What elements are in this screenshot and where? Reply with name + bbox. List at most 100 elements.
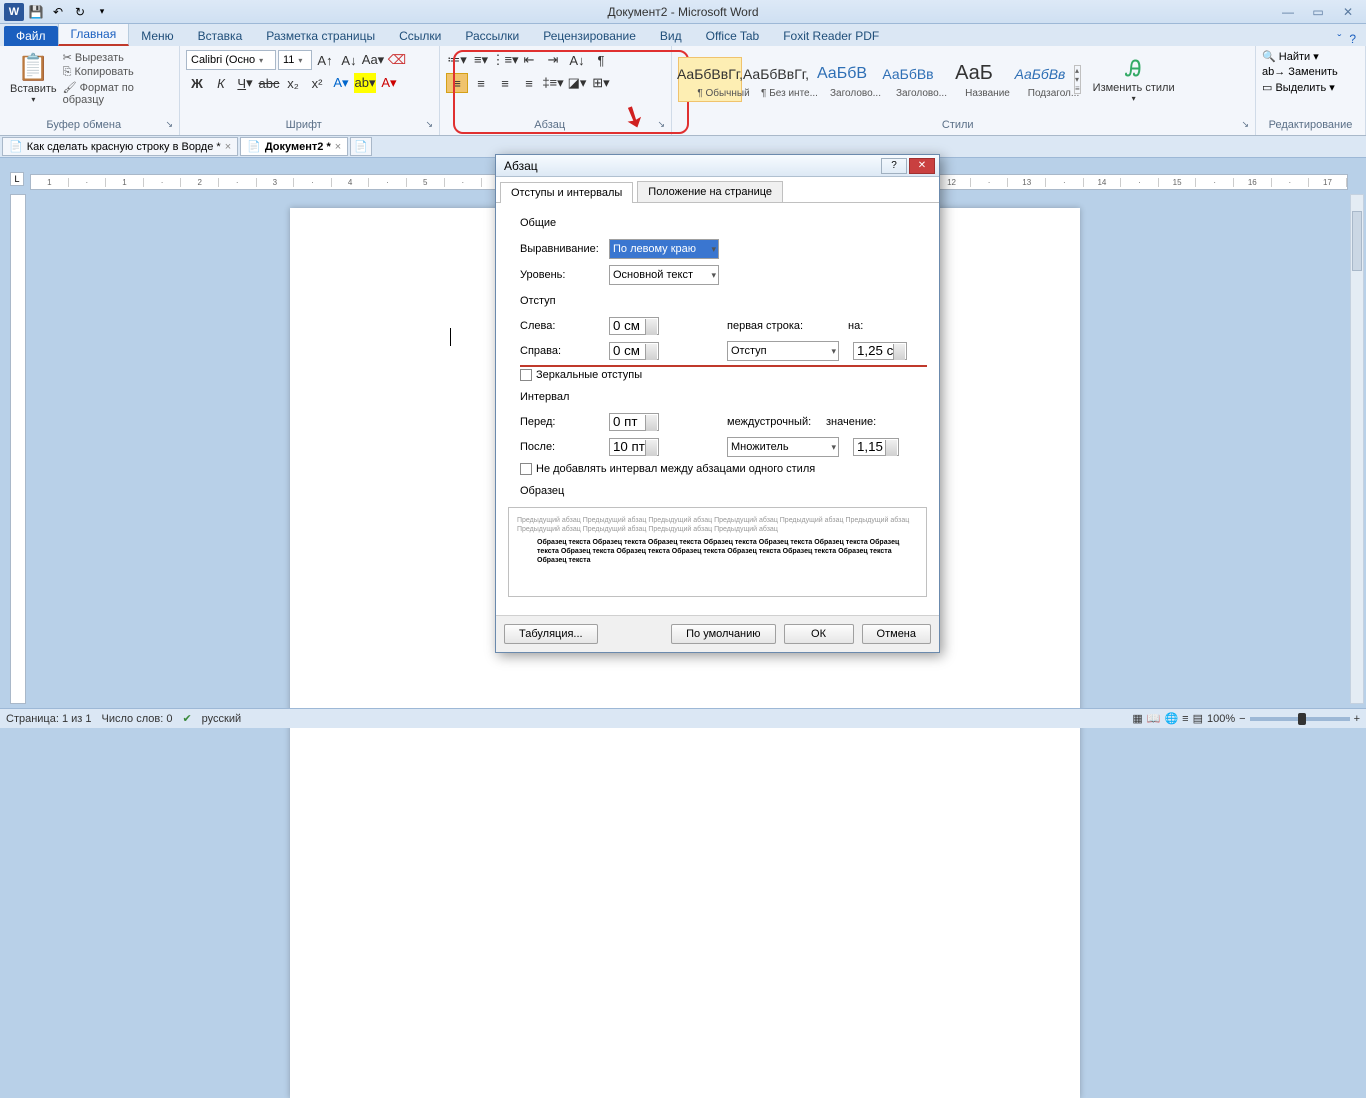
minimize-button[interactable]: — (1276, 5, 1300, 19)
tab-foxit[interactable]: Foxit Reader PDF (771, 26, 891, 46)
select-button[interactable]: ▭ Выделить ▾ (1262, 81, 1359, 94)
tab-layout[interactable]: Разметка страницы (254, 26, 387, 46)
tab-mailings[interactable]: Рассылки (453, 26, 531, 46)
default-button[interactable]: По умолчанию (671, 624, 775, 644)
strike-icon[interactable]: abc (258, 73, 280, 93)
clipboard-launcher-icon[interactable]: ↘ (165, 119, 173, 130)
close-button[interactable]: ✕ (1336, 5, 1360, 19)
show-marks-icon[interactable]: ¶ (590, 50, 612, 70)
word-count[interactable]: Число слов: 0 (102, 713, 173, 725)
spell-check-icon[interactable]: ✔ (182, 712, 191, 725)
cancel-button[interactable]: Отмена (862, 624, 931, 644)
change-case-icon[interactable]: Aa▾ (362, 50, 384, 70)
doctab-1[interactable]: 📄Как сделать красную строку в Ворде *× (2, 137, 238, 156)
superscript-icon[interactable]: x² (306, 73, 328, 93)
style-nospacing[interactable]: АаБбВвГг,¶ Без инте... (744, 57, 808, 102)
minimize-ribbon-icon[interactable]: ˇ (1337, 32, 1341, 46)
maximize-button[interactable]: ▭ (1306, 5, 1330, 19)
line-spacing-icon[interactable]: ‡≡▾ (542, 73, 564, 93)
copy-button[interactable]: ⎘ Копировать (63, 66, 173, 79)
ok-button[interactable]: ОК (784, 624, 854, 644)
vertical-scrollbar[interactable] (1350, 194, 1364, 704)
shrink-font-icon[interactable]: A↓ (338, 50, 360, 70)
align-select[interactable]: По левому краю (609, 239, 719, 259)
styles-scroll[interactable]: ▴▾≡ (1074, 65, 1081, 94)
bold-icon[interactable]: Ж (186, 73, 208, 93)
view-print-icon[interactable]: ▦ (1132, 712, 1142, 725)
tab-office[interactable]: Office Tab (694, 26, 772, 46)
view-outline-icon[interactable]: ≡ (1182, 713, 1188, 725)
dlg-tab-position[interactable]: Положение на странице (637, 181, 783, 202)
font-color-icon[interactable]: A▾ (378, 73, 400, 93)
underline-icon[interactable]: Ч▾ (234, 73, 256, 93)
view-web-icon[interactable]: 🌐 (1164, 712, 1178, 725)
save-icon[interactable]: 💾 (26, 3, 46, 21)
tab-home[interactable]: Главная (58, 23, 130, 46)
text-effects-icon[interactable]: A▾ (330, 73, 352, 93)
value-input[interactable] (857, 439, 889, 454)
style-normal[interactable]: АаБбВвГг,¶ Обычный (678, 57, 742, 102)
mirror-checkbox[interactable] (520, 369, 532, 381)
subscript-icon[interactable]: x₂ (282, 73, 304, 93)
after-input[interactable] (613, 439, 649, 454)
language-indicator[interactable]: русский (202, 713, 241, 725)
dlg-tab-indents[interactable]: Отступы и интервалы (500, 182, 633, 203)
tab-links[interactable]: Ссылки (387, 26, 453, 46)
undo-icon[interactable]: ↶ (48, 3, 68, 21)
increase-indent-icon[interactable]: ⇥ (542, 50, 564, 70)
close-tab-icon[interactable]: × (335, 141, 341, 153)
shading-icon[interactable]: ◪▾ (566, 73, 588, 93)
tab-review[interactable]: Рецензирование (531, 26, 648, 46)
justify-icon[interactable]: ≡ (518, 73, 540, 93)
style-subtitle[interactable]: АаБбВвПодзагол... (1008, 57, 1072, 102)
font-size-combo[interactable]: 11 (278, 50, 312, 70)
cut-button[interactable]: ✂ Вырезать (63, 51, 173, 64)
align-center-icon[interactable]: ≡ (470, 73, 492, 93)
paste-button[interactable]: 📋 Вставить ▾ (6, 50, 61, 106)
view-draft-icon[interactable]: ▤ (1193, 712, 1203, 725)
format-painter-button[interactable]: 🖌 Формат по образцу (63, 81, 173, 106)
sort-icon[interactable]: A↓ (566, 50, 588, 70)
bullets-icon[interactable]: ≔▾ (446, 50, 468, 70)
firstline-select[interactable]: Отступ (727, 341, 839, 361)
multilevel-icon[interactable]: ⋮≡▾ (494, 50, 516, 70)
zoom-out-icon[interactable]: − (1239, 713, 1245, 725)
on-input[interactable] (857, 343, 897, 358)
page-indicator[interactable]: Страница: 1 из 1 (6, 713, 92, 725)
left-input[interactable] (613, 318, 649, 333)
replace-button[interactable]: ab→ Заменить (1262, 66, 1359, 78)
help-icon[interactable]: ? (1349, 32, 1356, 46)
noadd-checkbox[interactable] (520, 463, 532, 475)
tab-file[interactable]: Файл (4, 26, 58, 46)
dialog-close-icon[interactable]: ✕ (909, 158, 935, 174)
right-input[interactable] (613, 343, 649, 358)
decrease-indent-icon[interactable]: ⇤ (518, 50, 540, 70)
redo-icon[interactable]: ↻ (70, 3, 90, 21)
level-select[interactable]: Основной текст (609, 265, 719, 285)
font-name-combo[interactable]: Calibri (Осно (186, 50, 276, 70)
vertical-ruler[interactable] (10, 194, 26, 704)
style-title[interactable]: АаБНазвание (942, 57, 1006, 102)
change-styles-button[interactable]: Ꭿ Изменить стили ▾ (1089, 54, 1179, 105)
clear-format-icon[interactable]: ⌫ (386, 50, 408, 70)
dialog-titlebar[interactable]: Абзац ? ✕ (496, 155, 939, 177)
grow-font-icon[interactable]: A↑ (314, 50, 336, 70)
highlight-icon[interactable]: ab▾ (354, 73, 376, 93)
qat-dropdown-icon[interactable]: ▾ (92, 3, 112, 21)
tab-insert[interactable]: Вставка (186, 26, 255, 46)
styles-launcher-icon[interactable]: ↘ (1241, 119, 1249, 130)
linespacing-select[interactable]: Множитель (727, 437, 839, 457)
align-right-icon[interactable]: ≡ (494, 73, 516, 93)
zoom-level[interactable]: 100% (1207, 713, 1235, 725)
before-input[interactable] (613, 414, 649, 429)
paragraph-launcher-icon[interactable]: ↘ (657, 119, 665, 130)
tab-menu[interactable]: Меню (129, 26, 185, 46)
style-heading1[interactable]: АаБбВЗаголово... (810, 57, 874, 102)
zoom-in-icon[interactable]: + (1354, 713, 1360, 725)
find-button[interactable]: 🔍 Найти ▾ (1262, 50, 1359, 63)
numbering-icon[interactable]: ≡▾ (470, 50, 492, 70)
align-left-icon[interactable]: ≡ (446, 73, 468, 93)
zoom-slider[interactable] (1250, 717, 1350, 721)
new-tab-button[interactable]: 📄 (350, 137, 372, 156)
close-tab-icon[interactable]: × (225, 141, 231, 153)
